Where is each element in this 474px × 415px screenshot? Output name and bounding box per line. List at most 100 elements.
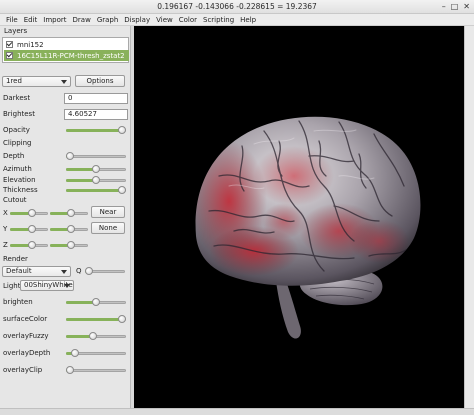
quality-slider[interactable] <box>85 267 125 275</box>
menu-graph[interactable]: Graph <box>94 14 121 26</box>
layers-section-label: Layers <box>4 27 28 35</box>
window-controls: – □ ✕ <box>442 2 470 12</box>
slider-fill <box>66 318 122 321</box>
window-title: 0.196167 -0.143066 -0.228615 = 19.2367 <box>157 2 317 11</box>
menu-scripting[interactable]: Scripting <box>200 14 237 26</box>
slider-fill <box>66 129 122 132</box>
cutout-z-label: Z <box>3 241 8 249</box>
brightest-field[interactable]: 4.60527 <box>64 109 128 120</box>
layer-item-zstat2[interactable]: 16C15L11R-PCM-thresh_zstat2 <box>4 50 129 61</box>
shader-label-brighten: brighten <box>3 298 33 306</box>
azimuth-slider[interactable] <box>66 165 126 173</box>
cutout-y-label: Y <box>3 225 8 233</box>
brightest-label: Brightest <box>3 110 35 118</box>
cutout-y-slider-b[interactable] <box>50 225 88 233</box>
slider-handle[interactable] <box>92 298 100 306</box>
layer-name: mni152 <box>17 40 44 49</box>
thickness-label: Thickness <box>3 186 38 194</box>
menu-edit[interactable]: Edit <box>21 14 41 26</box>
layer-name: 16C15L11R-PCM-thresh_zstat2 <box>17 51 125 60</box>
slider-handle[interactable] <box>89 332 97 340</box>
darkest-label: Darkest <box>3 94 31 102</box>
menu-bar: File Edit Import Draw Graph Display View… <box>0 14 474 26</box>
slider-handle[interactable] <box>66 366 74 374</box>
cutout-z-slider-b[interactable] <box>50 241 88 249</box>
menu-draw[interactable]: Draw <box>70 14 94 26</box>
layers-list: mni152 16C15L11R-PCM-thresh_zstat2 <box>2 37 129 63</box>
slider-handle[interactable] <box>28 209 36 217</box>
render-label: Render <box>3 255 28 263</box>
shader-label-surfacecolor: surfaceColor <box>3 315 48 323</box>
layer-visibility-checkbox[interactable] <box>6 52 13 59</box>
colormap-value: 1red <box>6 77 22 85</box>
render-mode-value: Default <box>6 267 32 275</box>
chevron-down-icon <box>61 270 67 274</box>
thickness-slider[interactable] <box>66 186 126 194</box>
elevation-label: Elevation <box>3 176 36 184</box>
close-icon[interactable]: ✕ <box>463 2 470 12</box>
shader-slider-overlaydepth[interactable] <box>66 349 126 357</box>
slider-handle[interactable] <box>28 241 36 249</box>
slider-handle[interactable] <box>66 152 74 160</box>
light-select[interactable]: 00ShinyWhite <box>20 280 74 291</box>
shader-slider-surfacecolor[interactable] <box>66 315 126 323</box>
slider-handle[interactable] <box>28 225 36 233</box>
shader-label-overlayclip: overlayClip <box>3 366 43 374</box>
shader-slider-overlayfuzzy[interactable] <box>66 332 126 340</box>
slider-handle[interactable] <box>85 267 93 275</box>
menu-display[interactable]: Display <box>121 14 153 26</box>
slider-handle[interactable] <box>118 315 126 323</box>
slider-handle[interactable] <box>92 176 100 184</box>
none-button[interactable]: None <box>91 222 125 234</box>
cutout-y-slider-a[interactable] <box>10 225 48 233</box>
minimize-icon[interactable]: – <box>442 2 446 12</box>
shader-slider-overlayclip[interactable] <box>66 366 126 374</box>
layer-item-mni152[interactable]: mni152 <box>4 39 129 50</box>
vertical-scrollbar[interactable] <box>464 26 474 408</box>
depth-label: Depth <box>3 152 25 160</box>
slider-track <box>66 155 126 158</box>
depth-slider[interactable] <box>66 152 126 160</box>
chevron-down-icon <box>64 284 70 288</box>
menu-color[interactable]: Color <box>176 14 200 26</box>
slider-handle[interactable] <box>67 225 75 233</box>
azimuth-label: Azimuth <box>3 165 32 173</box>
cutout-x-slider-b[interactable] <box>50 209 88 217</box>
slider-handle[interactable] <box>118 186 126 194</box>
render-mode-select[interactable]: Default <box>2 266 71 277</box>
status-bar <box>0 408 474 415</box>
opacity-label: Opacity <box>3 126 30 134</box>
menu-help[interactable]: Help <box>237 14 259 26</box>
slider-handle[interactable] <box>67 241 75 249</box>
brain-render <box>195 116 421 339</box>
darkest-field[interactable]: 0 <box>64 93 128 104</box>
layer-visibility-checkbox[interactable] <box>6 41 13 48</box>
menu-view[interactable]: View <box>153 14 176 26</box>
slider-handle[interactable] <box>67 209 75 217</box>
slider-handle[interactable] <box>92 165 100 173</box>
menu-file[interactable]: File <box>3 14 21 26</box>
slider-fill <box>66 189 122 192</box>
menu-import[interactable]: Import <box>40 14 69 26</box>
quality-label: Q <box>76 267 82 275</box>
maximize-icon[interactable]: □ <box>451 2 459 12</box>
elevation-slider[interactable] <box>66 176 126 184</box>
clipping-label: Clipping <box>3 139 32 147</box>
light-label: Light <box>3 282 21 290</box>
cutout-x-slider-a[interactable] <box>10 209 48 217</box>
near-button[interactable]: Near <box>91 206 125 218</box>
render-viewport[interactable] <box>134 26 464 408</box>
shader-slider-brighten[interactable] <box>66 298 126 306</box>
opacity-slider[interactable] <box>66 126 126 134</box>
slider-handle[interactable] <box>71 349 79 357</box>
cutout-x-label: X <box>3 209 8 217</box>
window-title-bar: 0.196167 -0.143066 -0.228615 = 19.2367 –… <box>0 0 474 14</box>
colormap-select[interactable]: 1red <box>2 76 71 87</box>
slider-handle[interactable] <box>118 126 126 134</box>
cutout-z-slider-a[interactable] <box>10 241 48 249</box>
cutout-label: Cutout <box>3 196 27 204</box>
chevron-down-icon <box>61 80 67 84</box>
shader-label-overlaydepth: overlayDepth <box>3 349 51 357</box>
options-button[interactable]: Options <box>75 75 125 87</box>
shader-label-overlayfuzzy: overlayFuzzy <box>3 332 49 340</box>
